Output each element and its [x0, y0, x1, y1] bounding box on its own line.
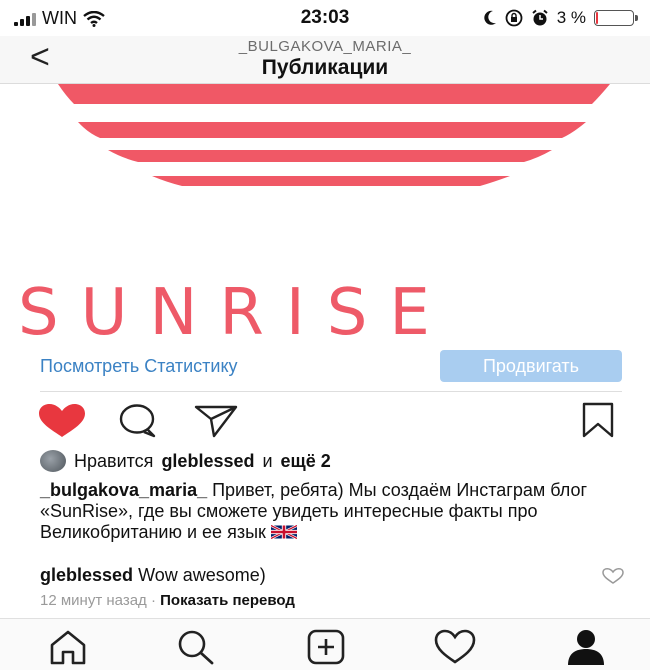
- bottom-tab-bar: [0, 618, 650, 670]
- post-actions: [0, 400, 650, 440]
- heart-icon[interactable]: [38, 404, 86, 438]
- bookmark-icon[interactable]: [582, 402, 614, 438]
- likes-connector: и: [262, 450, 273, 471]
- new-post-icon[interactable]: [306, 629, 346, 665]
- sunrise-logo-text: SUNRISE: [18, 276, 452, 340]
- post-image[interactable]: SUNRISE: [0, 84, 650, 340]
- liker-avatar: [40, 450, 66, 472]
- alarm-icon: [532, 9, 548, 26]
- profile-icon[interactable]: [566, 629, 606, 665]
- status-icons: 3 %: [483, 8, 638, 28]
- sun-graphic: [58, 84, 610, 186]
- post-time: 12 минут назад: [40, 592, 147, 609]
- likes-summary[interactable]: Нравится gleblessed и ещё 2: [40, 450, 331, 472]
- comment-item: gleblessed Wow awesome): [40, 565, 266, 586]
- comment-like-icon[interactable]: [602, 568, 624, 584]
- status-bar: WIN 23:03 3 %: [0, 0, 650, 36]
- battery-percent: 3 %: [556, 8, 586, 27]
- profile-username: _BULGAKOVA_MARIA_: [238, 38, 412, 55]
- likes-others[interactable]: ещё 2: [281, 451, 331, 472]
- battery-icon: [594, 10, 638, 26]
- caption-author[interactable]: _bulgakova_maria_: [40, 480, 207, 500]
- comment-text: Wow awesome): [138, 565, 266, 585]
- post-caption: _bulgakova_maria_ Привет, ребята) Мы соз…: [40, 480, 600, 543]
- post-meta: 12 минут назад · Показать перевод: [40, 592, 295, 609]
- likes-prefix: Нравится: [74, 450, 154, 471]
- insights-row: Посмотреть Статистику Продвигать: [0, 340, 650, 392]
- uk-flag-emoji: [270, 525, 297, 539]
- battery-fill: [596, 12, 598, 24]
- comment-icon[interactable]: [118, 404, 158, 438]
- home-icon[interactable]: [48, 629, 88, 665]
- comment-author[interactable]: gleblessed: [40, 565, 133, 585]
- rotation-lock-icon: [505, 9, 523, 27]
- divider: [40, 391, 622, 392]
- show-translation-link[interactable]: Показать перевод: [160, 592, 295, 609]
- view-insights-link[interactable]: Посмотреть Статистику: [40, 356, 238, 377]
- moon-icon: [484, 10, 496, 25]
- liker-username[interactable]: gleblessed: [161, 451, 254, 472]
- nav-header: < _BULGAKOVA_MARIA_ Публикации: [0, 36, 650, 84]
- search-icon[interactable]: [176, 629, 216, 665]
- meta-separator: ·: [150, 592, 156, 609]
- share-icon[interactable]: [194, 404, 238, 438]
- promote-button[interactable]: Продвигать: [440, 350, 622, 382]
- page-title: Публикации: [261, 56, 389, 79]
- activity-heart-icon[interactable]: [434, 629, 476, 665]
